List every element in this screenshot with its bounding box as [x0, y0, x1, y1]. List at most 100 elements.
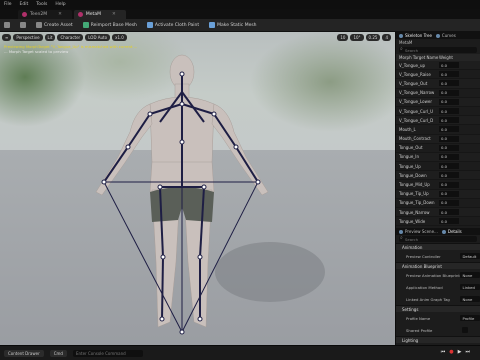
playback-speed-button[interactable]: x1.0	[112, 34, 127, 41]
details-search-input[interactable]: Search	[399, 235, 477, 243]
reimport-base-mesh-button[interactable]: Reimport Base Mesh	[82, 22, 137, 28]
morph-target-row[interactable]: V_Tongue_up 0.0	[396, 61, 480, 71]
morph-weight-input[interactable]: 0.0	[439, 172, 459, 179]
morph-target-row[interactable]: Mouth_Contract 0.0	[396, 134, 480, 144]
morph-target-row[interactable]: Tongue_Up 0.0	[396, 162, 480, 172]
play-icon[interactable]: ▶	[458, 349, 462, 355]
morph-target-name: Tongue_Tip_Down	[399, 200, 435, 206]
preview-anim-bp-select[interactable]: None	[460, 272, 480, 279]
profile-name-input[interactable]: Profile	[460, 315, 480, 322]
save-button[interactable]	[4, 22, 10, 28]
reimport-label: Reimport Base Mesh	[90, 22, 137, 28]
tab-label: Preview Scene...	[405, 229, 438, 235]
col-weight[interactable]: Weight	[439, 55, 453, 60]
activate-cloth-paint-button[interactable]: Activate Cloth Paint	[146, 22, 199, 28]
morph-weight-input[interactable]: 0.0	[439, 89, 459, 96]
create-asset-button[interactable]: Create Asset	[36, 22, 73, 28]
character-button[interactable]: Character	[57, 34, 84, 41]
morph-target-row[interactable]: Tongue_Narrow 0.0	[396, 208, 480, 218]
section-lighting[interactable]: Lighting	[396, 336, 480, 344]
lod-button[interactable]: LOD Auto	[85, 34, 111, 41]
menu-tools[interactable]: Tools	[36, 2, 47, 7]
morph-target-row[interactable]: V_Tongue_Curl_D 0.0	[396, 116, 480, 126]
morph-weight-input[interactable]: 0.0	[439, 218, 459, 225]
preview-viewport[interactable]: ≡ Perspective Lit Character LOD Auto x1.…	[0, 32, 395, 345]
morph-target-row[interactable]: V_Tongue_Narrow 0.0	[396, 89, 480, 98]
playback-controls: ⏮ ● ▶ ⏭	[441, 349, 470, 355]
morph-target-row[interactable]: V_Tongue_Curl_U 0.0	[396, 107, 480, 117]
close-icon[interactable]: ✕	[112, 12, 116, 17]
cmd-button[interactable]: Cmd	[49, 349, 67, 357]
skip-back-icon[interactable]: ⏮	[441, 349, 446, 355]
morph-target-name: Tongue_Tip_Up	[399, 191, 429, 197]
morph-target-row[interactable]: Mouth_L 0.0	[396, 125, 480, 135]
application-method-select[interactable]: Linked	[460, 284, 480, 291]
morph-weight-input[interactable]: 0.0	[439, 144, 459, 151]
morph-weight-input[interactable]: 0.0	[439, 181, 459, 188]
morph-search-input[interactable]: Search	[399, 46, 477, 53]
close-icon[interactable]: ✕	[58, 12, 62, 17]
linked-tag-select[interactable]: None	[460, 296, 480, 303]
section-settings[interactable]: Settings	[396, 305, 480, 313]
viewport-menu-button[interactable]: ≡	[2, 34, 12, 41]
scene-icon	[399, 229, 403, 234]
preview-controller-select[interactable]: Default	[460, 253, 480, 260]
tab-skeleton-tree[interactable]: Skeleton Tree	[399, 33, 432, 38]
skip-forward-icon[interactable]: ⏭	[465, 349, 470, 355]
morph-table-header: Morph Target Name Weight	[396, 54, 480, 61]
morph-target-row[interactable]: Tongue_Wide 0.0	[396, 217, 480, 227]
morph-weight-input[interactable]: 0.0	[439, 80, 459, 87]
rotation-snap-button[interactable]: 10°	[350, 34, 364, 41]
morph-weight-input[interactable]: 0.0	[439, 98, 459, 105]
morph-target-row[interactable]: Tongue_Out 0.0	[396, 144, 480, 153]
scale-snap-button[interactable]: 0.25	[365, 34, 381, 41]
morph-weight-input[interactable]: 0.0	[439, 117, 459, 124]
cloth-paint-icon	[146, 22, 153, 28]
console-input[interactable]: Enter Console Command	[72, 349, 143, 357]
tab-curves[interactable]: Curves	[435, 33, 456, 38]
browse-button[interactable]	[20, 22, 26, 28]
morph-weight-input[interactable]: 0.0	[439, 199, 459, 206]
content-drawer-button[interactable]: Content Drawer	[4, 349, 44, 357]
morph-target-row[interactable]: V_Tongue_Raise 0.0	[396, 70, 480, 80]
morph-target-row[interactable]: Tongue_Down 0.0	[396, 171, 480, 181]
tab-details[interactable]: Details	[441, 229, 462, 234]
morph-target-name: Tongue_Down	[399, 172, 427, 178]
make-static-mesh-button[interactable]: Make Static Mesh	[209, 22, 257, 28]
camera-speed-button[interactable]: 4	[382, 34, 391, 41]
document-tab-bar: Teen2M ✕ MetaM ✕	[0, 9, 480, 19]
morph-target-row[interactable]: Tongue_Mid_Up 0.0	[396, 180, 480, 190]
menu-bar: File Edit Tools Help	[0, 0, 480, 9]
tab-teen2m[interactable]: Teen2M ✕	[18, 10, 72, 19]
morph-weight-input[interactable]: 0.0	[439, 71, 459, 78]
tab-metam[interactable]: MetaM ✕	[73, 10, 126, 19]
morph-weight-input[interactable]: 0.0	[439, 126, 459, 133]
morph-target-name: Mouth_Contract	[399, 136, 431, 142]
tab-preview-scene[interactable]: Preview Scene...	[399, 229, 438, 234]
menu-help[interactable]: Help	[55, 2, 65, 7]
morph-target-row[interactable]: Tongue_In 0.0	[396, 152, 480, 163]
morph-target-row[interactable]: V_Tongue_Lower 0.0	[396, 97, 480, 107]
morph-weight-input[interactable]: 0.0	[439, 209, 459, 216]
record-icon[interactable]: ●	[449, 349, 453, 355]
prop-label: Profile Name	[406, 315, 431, 321]
col-name[interactable]: Morph Target Name	[399, 55, 439, 60]
morph-weight-input[interactable]: 0.0	[439, 108, 459, 115]
morph-weight-input[interactable]: 0.0	[439, 153, 459, 160]
morph-target-row[interactable]: V_Tongue_Out 0.0	[396, 79, 480, 89]
section-animation-blueprint[interactable]: Animation Blueprint	[396, 262, 480, 270]
perspective-button[interactable]: Perspective	[13, 34, 43, 41]
morph-target-name: V_Tongue_Lower	[399, 99, 432, 105]
grid-snap-button[interactable]: 10	[337, 34, 349, 41]
lit-button[interactable]: Lit	[44, 34, 56, 41]
menu-file[interactable]: File	[4, 2, 12, 7]
menu-edit[interactable]: Edit	[20, 2, 29, 7]
section-animation[interactable]: Animation	[396, 243, 480, 251]
morph-weight-input[interactable]: 0.0	[439, 135, 459, 142]
morph-weight-input[interactable]: 0.0	[439, 62, 459, 69]
morph-target-row[interactable]: Tongue_Tip_Up 0.0	[396, 189, 480, 199]
morph-weight-input[interactable]: 0.0	[439, 190, 459, 197]
morph-weight-input[interactable]: 0.0	[439, 163, 459, 170]
morph-target-row[interactable]: Tongue_Tip_Down 0.0	[396, 199, 480, 208]
shared-profile-checkbox[interactable]	[462, 327, 468, 334]
